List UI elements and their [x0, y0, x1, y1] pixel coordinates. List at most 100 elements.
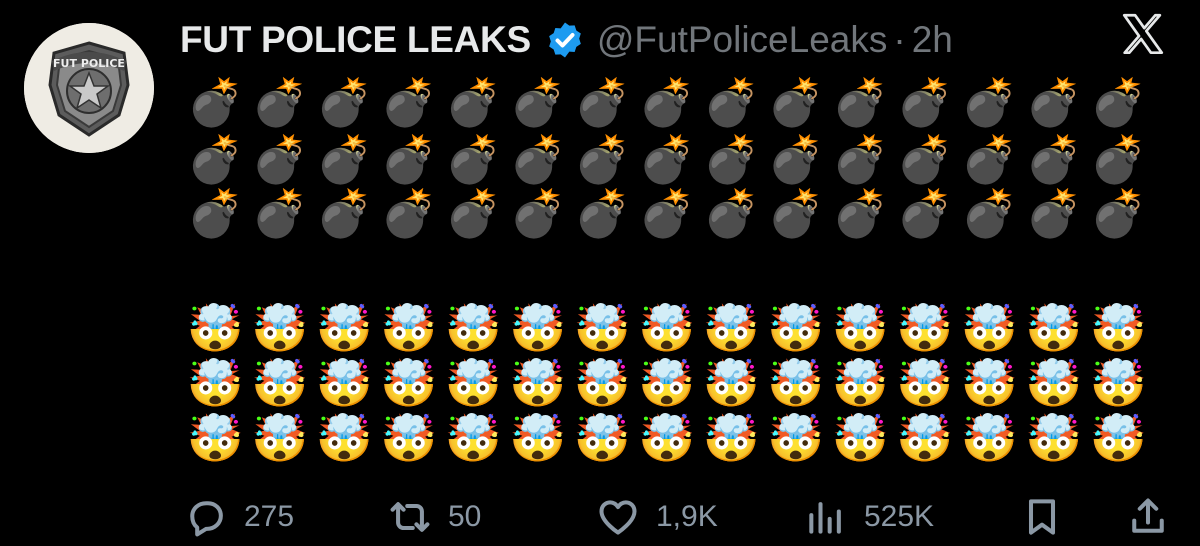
exploding-head-emoji: 🤯	[1089, 302, 1147, 354]
tweet-text-line: 💣 💣 💣 💣 💣 💣 💣 💣 💣 💣 💣 💣 💣 💣 💣	[183, 185, 1151, 241]
bomb-emoji: 💣	[315, 133, 373, 185]
handle[interactable]: @FutPoliceLeaks	[597, 19, 888, 61]
bomb-emoji: 💣	[896, 133, 954, 185]
bomb-emoji: 💣	[767, 133, 825, 185]
repost-icon	[390, 502, 430, 532]
bomb-emoji: 💣	[251, 187, 309, 239]
repost-count: 50	[448, 500, 482, 533]
bomb-emoji: 💣	[444, 76, 502, 128]
views-icon	[809, 502, 841, 534]
bomb-emoji: 💣	[1089, 76, 1147, 128]
tweet-text-line: 💣 💣 💣 💣 💣 💣 💣 💣 💣 💣 💣 💣 💣 💣 💣	[183, 74, 1151, 130]
exploding-head-emoji: 🤯	[509, 412, 567, 464]
bomb-emoji: 💣	[380, 133, 438, 185]
bomb-emoji: 💣	[767, 76, 825, 128]
tweet-text-line: 🤯 🤯 🤯 🤯 🤯 🤯 🤯 🤯 🤯 🤯 🤯 🤯 🤯 🤯 🤯	[183, 355, 1151, 411]
exploding-head-emoji: 🤯	[831, 412, 889, 464]
reply-button[interactable]: 275	[184, 488, 294, 546]
exploding-head-emoji: 🤯	[960, 302, 1018, 354]
exploding-head-emoji: 🤯	[831, 357, 889, 409]
exploding-head-emoji: 🤯	[444, 412, 502, 464]
like-icon	[599, 500, 637, 535]
exploding-head-emoji: 🤯	[831, 302, 889, 354]
exploding-head-emoji: 🤯	[380, 302, 438, 354]
bomb-emoji: 💣	[380, 76, 438, 128]
bookmark-button[interactable]	[1020, 488, 1080, 546]
exploding-head-emoji: 🤯	[960, 412, 1018, 464]
bomb-emoji: 💣	[702, 76, 760, 128]
exploding-head-emoji: 🤯	[444, 357, 502, 409]
bomb-emoji: 💣	[315, 187, 373, 239]
x-logo-icon[interactable]	[1118, 10, 1168, 60]
bomb-emoji: 💣	[509, 133, 567, 185]
exploding-head-emoji: 🤯	[1025, 357, 1083, 409]
exploding-head-emoji: 🤯	[702, 302, 760, 354]
exploding-head-emoji: 🤯	[638, 412, 696, 464]
bomb-emoji: 💣	[509, 76, 567, 128]
bomb-emoji: 💣	[573, 133, 631, 185]
tweet-text-line: 🤯 🤯 🤯 🤯 🤯 🤯 🤯 🤯 🤯 🤯 🤯 🤯 🤯 🤯 🤯	[183, 410, 1151, 466]
bomb-emoji: 💣	[960, 133, 1018, 185]
bomb-emoji: 💣	[509, 187, 567, 239]
view-count: 525K	[864, 500, 935, 533]
exploding-head-emoji: 🤯	[767, 412, 825, 464]
exploding-head-emoji: 🤯	[767, 357, 825, 409]
bookmark-icon	[1028, 499, 1056, 535]
avatar[interactable]: FUT POLICE	[24, 23, 154, 153]
bomb-emoji: 💣	[251, 76, 309, 128]
exploding-head-emoji: 🤯	[509, 302, 567, 354]
action-bar: 275 50 1,9K 525K	[0, 488, 1200, 546]
exploding-head-emoji: 🤯	[251, 357, 309, 409]
exploding-head-emoji: 🤯	[186, 302, 244, 354]
exploding-head-emoji: 🤯	[1089, 412, 1147, 464]
timestamp[interactable]: 2h	[912, 19, 953, 61]
exploding-head-emoji: 🤯	[896, 357, 954, 409]
bomb-emoji: 💣	[1025, 133, 1083, 185]
bomb-emoji: 💣	[444, 133, 502, 185]
exploding-head-emoji: 🤯	[251, 412, 309, 464]
exploding-head-emoji: 🤯	[1089, 357, 1147, 409]
bomb-emoji: 💣	[638, 187, 696, 239]
exploding-head-emoji: 🤯	[186, 357, 244, 409]
police-badge-icon: FUT POLICE	[24, 23, 154, 153]
separator-dot: ·	[893, 19, 906, 60]
like-count: 1,9K	[656, 500, 718, 533]
exploding-head-emoji: 🤯	[380, 412, 438, 464]
bomb-emoji: 💣	[831, 76, 889, 128]
bomb-emoji: 💣	[186, 133, 244, 185]
exploding-head-emoji: 🤯	[896, 302, 954, 354]
bomb-emoji: 💣	[702, 133, 760, 185]
bomb-emoji: 💣	[702, 187, 760, 239]
exploding-head-emoji: 🤯	[573, 412, 631, 464]
bomb-emoji: 💣	[638, 76, 696, 128]
tweet-text-line: 🤯 🤯 🤯 🤯 🤯 🤯 🤯 🤯 🤯 🤯 🤯 🤯 🤯 🤯 🤯	[183, 300, 1151, 356]
bomb-emoji: 💣	[1025, 187, 1083, 239]
share-icon	[1132, 498, 1164, 533]
bomb-emoji: 💣	[573, 76, 631, 128]
share-button[interactable]	[1126, 488, 1186, 546]
bomb-emoji: 💣	[896, 76, 954, 128]
bomb-emoji: 💣	[380, 187, 438, 239]
exploding-head-emoji: 🤯	[251, 302, 309, 354]
like-button[interactable]: 1,9K	[596, 488, 718, 546]
exploding-head-emoji: 🤯	[702, 357, 760, 409]
bomb-emoji: 💣	[186, 76, 244, 128]
views-button[interactable]: 525K	[804, 488, 934, 546]
reply-icon	[190, 501, 223, 537]
exploding-head-emoji: 🤯	[896, 412, 954, 464]
tweet-header: FUT POLICE LEAKS @FutPoliceLeaks · 2h	[180, 14, 953, 66]
bomb-emoji: 💣	[1025, 76, 1083, 128]
exploding-head-emoji: 🤯	[315, 357, 373, 409]
exploding-head-emoji: 🤯	[1025, 412, 1083, 464]
verified-badge-icon	[548, 22, 581, 58]
bomb-emoji: 💣	[960, 187, 1018, 239]
bomb-emoji: 💣	[315, 76, 373, 128]
bomb-emoji: 💣	[638, 133, 696, 185]
repost-button[interactable]: 50	[388, 488, 481, 546]
exploding-head-emoji: 🤯	[702, 412, 760, 464]
exploding-head-emoji: 🤯	[186, 412, 244, 464]
exploding-head-emoji: 🤯	[509, 357, 567, 409]
bomb-emoji: 💣	[896, 187, 954, 239]
display-name[interactable]: FUT POLICE LEAKS	[180, 19, 531, 61]
exploding-head-emoji: 🤯	[638, 357, 696, 409]
